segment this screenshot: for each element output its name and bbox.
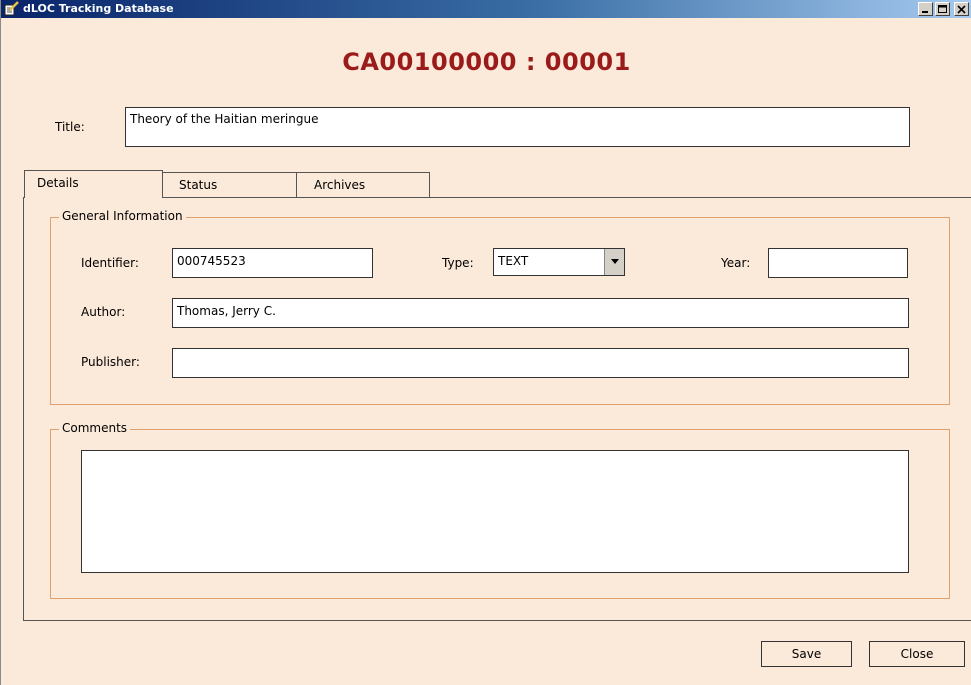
type-select[interactable]: TEXT [493,248,625,276]
general-information-legend: General Information [59,209,186,223]
minimize-button[interactable] [918,2,933,16]
notepad-pencil-icon [4,1,19,16]
tab-details[interactable]: Details [24,170,163,198]
identifier-field[interactable]: 000745523 [172,248,373,278]
chevron-down-icon [611,259,619,264]
comments-legend: Comments [59,421,131,435]
details-panel: General Information Identifier: 00074552… [23,197,971,621]
type-label: Type: [442,256,474,270]
publisher-label: Publisher: [81,355,140,369]
general-information-group: General Information Identifier: 00074552… [50,209,950,405]
app-window: dLOC Tracking Database CA00100000 : 0000… [0,0,971,685]
title-field[interactable]: Theory of the Haitian meringue [125,107,910,147]
tab-archives[interactable]: Archives [296,172,430,198]
tab-details-label: Details [37,176,79,190]
window-title: dLOC Tracking Database [23,2,174,15]
window-close-button[interactable] [954,2,969,16]
save-button[interactable]: Save [761,641,852,667]
comments-group: Comments [50,421,950,599]
tab-archives-label: Archives [314,178,366,192]
year-field[interactable] [768,248,908,278]
type-select-value: TEXT [498,254,529,268]
comments-textarea[interactable] [81,450,909,573]
record-header: CA00100000 : 00001 [342,48,631,76]
title-bar[interactable]: dLOC Tracking Database [1,0,971,18]
author-field[interactable]: Thomas, Jerry C. [172,298,909,328]
maximize-button[interactable] [935,2,950,16]
publisher-field[interactable] [172,348,909,378]
tab-status-label: Status [179,178,218,192]
title-label: Title: [55,120,85,134]
tab-status[interactable]: Status [162,172,297,198]
identifier-label: Identifier: [81,256,139,270]
close-button[interactable]: Close [869,641,965,667]
year-label: Year: [721,256,751,270]
type-dropdown-button[interactable] [604,249,624,275]
author-label: Author: [81,305,126,319]
